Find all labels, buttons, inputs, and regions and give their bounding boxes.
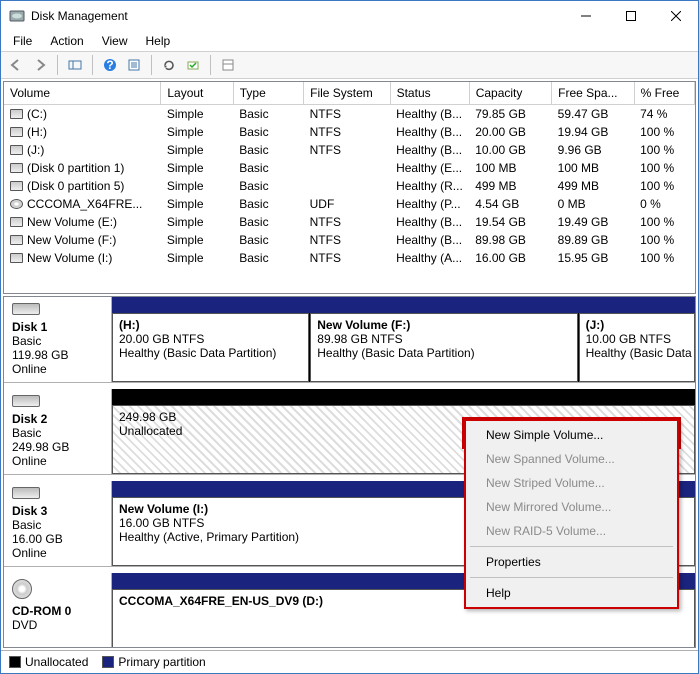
volume-icon xyxy=(10,127,23,137)
volume-icon xyxy=(10,109,23,119)
context-menu-item: New Striped Volume... xyxy=(468,471,675,495)
volume-row[interactable]: (Disk 0 partition 5)SimpleBasicHealthy (… xyxy=(4,177,695,195)
back-button[interactable] xyxy=(5,54,27,76)
volume-icon xyxy=(10,253,23,263)
volume-row[interactable]: New Volume (I:)SimpleBasicNTFSHealthy (A… xyxy=(4,249,695,267)
column-header[interactable]: File System xyxy=(304,82,390,105)
volume-row[interactable]: (J:)SimpleBasicNTFSHealthy (B...10.00 GB… xyxy=(4,141,695,159)
maximize-button[interactable] xyxy=(608,2,653,31)
partition-box[interactable]: (H:)20.00 GB NTFSHealthy (Basic Data Par… xyxy=(112,313,309,382)
menu-file[interactable]: File xyxy=(5,32,40,50)
context-menu: New Simple Volume...New Spanned Volume..… xyxy=(464,419,679,609)
context-menu-item: New Spanned Volume... xyxy=(468,447,675,471)
refresh-button[interactable] xyxy=(158,54,180,76)
hard-disk-icon xyxy=(12,395,40,407)
disk-graphical-view: Disk 1Basic119.98 GBOnline(H:)20.00 GB N… xyxy=(3,296,696,648)
column-header[interactable]: % Free xyxy=(634,82,694,105)
menu-action[interactable]: Action xyxy=(42,32,91,50)
partition-box[interactable]: New Volume (F:)89.98 GB NTFSHealthy (Bas… xyxy=(310,313,577,382)
disc-icon xyxy=(10,199,23,209)
volume-row[interactable]: New Volume (E:)SimpleBasicNTFSHealthy (B… xyxy=(4,213,695,231)
volume-row[interactable]: CCCOMA_X64FRE...SimpleBasicUDFHealthy (P… xyxy=(4,195,695,213)
disk-row: Disk 1Basic119.98 GBOnline(H:)20.00 GB N… xyxy=(4,297,695,383)
column-header[interactable]: Type xyxy=(233,82,303,105)
help-button[interactable]: ? xyxy=(99,54,121,76)
disk-color-bar xyxy=(112,297,695,313)
hard-disk-icon xyxy=(12,487,40,499)
forward-button[interactable] xyxy=(29,54,51,76)
properties-button[interactable] xyxy=(123,54,145,76)
app-icon xyxy=(9,8,25,24)
volume-row[interactable]: New Volume (F:)SimpleBasicNTFSHealthy (B… xyxy=(4,231,695,249)
disk-management-window: Disk Management File Action View Help ? … xyxy=(0,0,699,674)
volume-row[interactable]: (H:)SimpleBasicNTFSHealthy (B...20.00 GB… xyxy=(4,123,695,141)
disk-header[interactable]: Disk 1Basic119.98 GBOnline xyxy=(4,297,112,382)
column-header[interactable]: Layout xyxy=(161,82,233,105)
context-menu-item[interactable]: New Simple Volume... xyxy=(468,423,675,447)
volume-icon xyxy=(10,181,23,191)
volume-icon xyxy=(10,145,23,155)
column-header[interactable]: Capacity xyxy=(469,82,551,105)
context-menu-item: New RAID-5 Volume... xyxy=(468,519,675,543)
menu-help[interactable]: Help xyxy=(138,32,179,50)
volume-icon xyxy=(10,163,23,173)
column-header[interactable]: Free Spa... xyxy=(552,82,634,105)
settings-button[interactable] xyxy=(217,54,239,76)
cd-drive-icon xyxy=(12,579,32,599)
toolbar: ? xyxy=(1,51,698,79)
menu-view[interactable]: View xyxy=(94,32,136,50)
volume-row[interactable]: (Disk 0 partition 1)SimpleBasicHealthy (… xyxy=(4,159,695,177)
partition-box[interactable]: (J:)10.00 GB NTFSHealthy (Basic Data Par… xyxy=(579,313,695,382)
menubar: File Action View Help xyxy=(1,31,698,51)
legend: Unallocated Primary partition xyxy=(1,650,698,673)
disk-header[interactable]: Disk 2Basic249.98 GBOnline xyxy=(4,389,112,474)
volume-list: VolumeLayoutTypeFile SystemStatusCapacit… xyxy=(3,81,696,294)
legend-unallocated: Unallocated xyxy=(9,655,88,669)
show-hide-console-button[interactable] xyxy=(64,54,86,76)
context-menu-properties[interactable]: Properties xyxy=(468,550,675,574)
disk-header[interactable]: CD-ROM 0DVD xyxy=(4,573,112,647)
window-title: Disk Management xyxy=(31,9,563,23)
volume-header-row: VolumeLayoutTypeFile SystemStatusCapacit… xyxy=(4,82,695,105)
close-button[interactable] xyxy=(653,2,698,31)
context-menu-help[interactable]: Help xyxy=(468,581,675,605)
disk-header[interactable]: Disk 3Basic16.00 GBOnline xyxy=(4,481,112,566)
volume-row[interactable]: (C:)SimpleBasicNTFSHealthy (B...79.85 GB… xyxy=(4,105,695,124)
legend-primary: Primary partition xyxy=(102,655,205,669)
minimize-button[interactable] xyxy=(563,2,608,31)
hard-disk-icon xyxy=(12,303,40,315)
volume-icon xyxy=(10,235,23,245)
volume-icon xyxy=(10,217,23,227)
column-header[interactable]: Status xyxy=(390,82,469,105)
action-wizard-button[interactable] xyxy=(182,54,204,76)
svg-text:?: ? xyxy=(106,58,113,72)
context-menu-item: New Mirrored Volume... xyxy=(468,495,675,519)
disk-color-bar xyxy=(112,389,695,405)
column-header[interactable]: Volume xyxy=(4,82,161,105)
titlebar[interactable]: Disk Management xyxy=(1,1,698,31)
